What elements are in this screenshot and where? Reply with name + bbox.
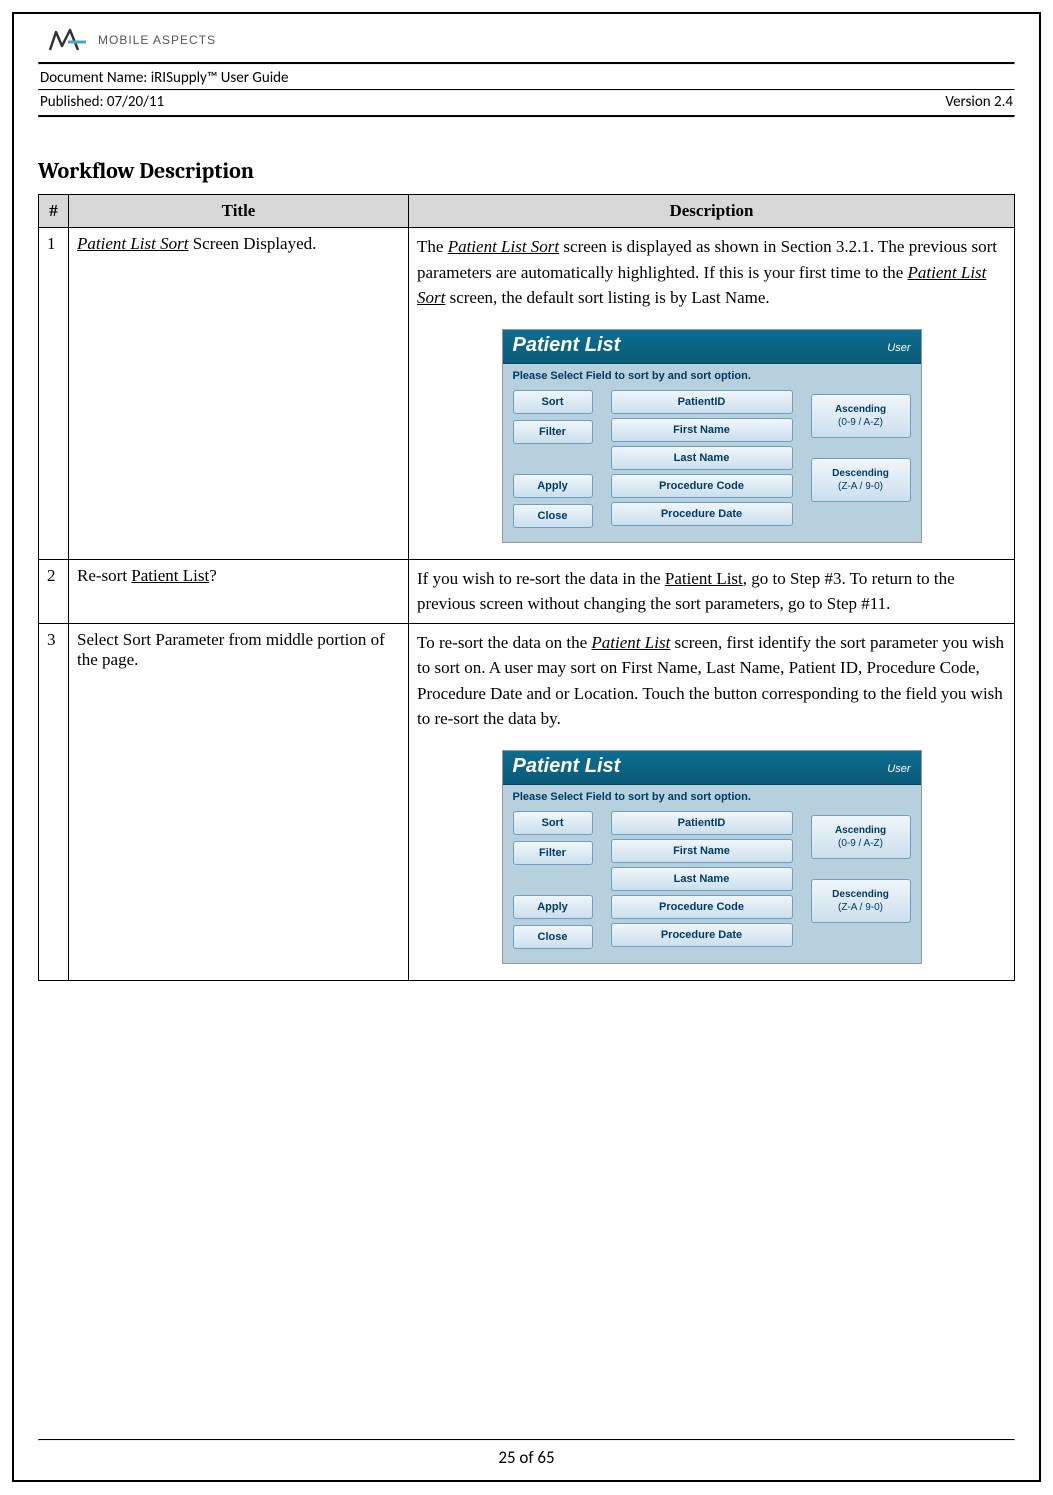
screenshot-filter-button[interactable]: Filter [513, 420, 593, 444]
screenshot-right-col: Ascending(0-9 / A-Z) Descending(Z-A / 9-0… [811, 390, 911, 502]
footer-rule [38, 1439, 1015, 1441]
row-title: Re-sort Patient List? [69, 559, 409, 623]
screenshot-ascending-button[interactable]: Ascending(0-9 / A-Z) [811, 815, 911, 859]
page: MOBILE ASPECTS Document Name: iRISupply™… [12, 12, 1041, 1482]
screenshot-title: Patient List [513, 755, 621, 778]
th-title: Title [69, 195, 409, 228]
row-num: 1 [39, 228, 69, 560]
screenshot-field-procedure-date[interactable]: Procedure Date [611, 923, 793, 947]
screenshot-close-button[interactable]: Close [513, 504, 593, 528]
th-num: # [39, 195, 69, 228]
doc-name-label: Document Name: [40, 69, 147, 87]
brand-text: MOBILE ASPECTS [98, 33, 216, 47]
section-title: Workflow Description [38, 158, 1015, 184]
screenshot-field-procedure-code[interactable]: Procedure Code [611, 474, 793, 498]
row-title: Patient List Sort Screen Displayed. [69, 228, 409, 560]
screenshot-body: Sort Filter Apply Close PatientID First Name L… [503, 811, 921, 963]
screenshot-user: User [887, 342, 910, 354]
screenshot-user: User [887, 763, 910, 775]
screenshot-descending-button[interactable]: Descending(Z-A / 9-0) [811, 879, 911, 923]
screenshot-filter-button[interactable]: Filter [513, 841, 593, 865]
doc-name-value: iRISupply™ User Guide [151, 69, 289, 87]
screenshot-mid-col: PatientID First Name Last Name Procedure Co… [611, 811, 793, 947]
doc-name-row: Document Name: iRISupply™ User Guide [38, 65, 1015, 89]
screenshot-apply-button[interactable]: Apply [513, 474, 593, 498]
row-title: Select Sort Parameter from middle portio… [69, 623, 409, 980]
screenshot-titlebar: Patient List User [503, 751, 921, 785]
screenshot-close-button[interactable]: Close [513, 925, 593, 949]
published-row: Published: 07/20/11 Version 2.4 [38, 91, 1015, 115]
screenshot-titlebar: Patient List User [503, 330, 921, 364]
screenshot-field-procedure-date[interactable]: Procedure Date [611, 502, 793, 526]
screenshot-sort-button[interactable]: Sort [513, 390, 593, 414]
screenshot-field-first-name[interactable]: First Name [611, 418, 793, 442]
row-desc: If you wish to re-sort the data in the P… [409, 559, 1015, 623]
published-value: 07/20/11 [107, 93, 164, 111]
screenshot-field-last-name[interactable]: Last Name [611, 867, 793, 891]
table-row: 1Patient List Sort Screen Displayed.The … [39, 228, 1015, 560]
th-desc: Description [409, 195, 1015, 228]
workflow-table: # Title Description 1Patient List Sort S… [38, 194, 1015, 981]
table-row: 2Re-sort Patient List?If you wish to re-… [39, 559, 1015, 623]
screenshot-body: Sort Filter Apply Close PatientID First Name L… [503, 390, 921, 542]
screenshot-wrap: Patient List User Please Select Field to s… [417, 732, 1006, 974]
logo-icon [48, 28, 88, 52]
screenshot-sort-button[interactable]: Sort [513, 811, 593, 835]
brand-row: MOBILE ASPECTS [38, 14, 1015, 62]
screenshot-instruction: Please Select Field to sort by and sort … [503, 364, 921, 390]
footer: 25 of 65 [38, 1439, 1015, 1468]
screenshot-right-col: Ascending(0-9 / A-Z) Descending(Z-A / 9-0… [811, 811, 911, 923]
version: Version 2.4 [945, 93, 1013, 111]
published-label: Published: [40, 93, 104, 111]
screenshot-title: Patient List [513, 334, 621, 357]
screenshot-ascending-button[interactable]: Ascending(0-9 / A-Z) [811, 394, 911, 438]
header-rule-3 [38, 115, 1015, 118]
page-number: 25 of 65 [38, 1447, 1015, 1468]
row-desc: To re-sort the data on the Patient List … [409, 623, 1015, 980]
screenshot-instruction: Please Select Field to sort by and sort … [503, 785, 921, 811]
row-num: 2 [39, 559, 69, 623]
patient-list-screenshot: Patient List User Please Select Field to s… [502, 750, 922, 964]
screenshot-left-col: Sort Filter Apply Close [513, 811, 593, 949]
screenshot-mid-col: PatientID First Name Last Name Procedure Co… [611, 390, 793, 526]
patient-list-screenshot: Patient List User Please Select Field to s… [502, 329, 922, 543]
screenshot-wrap: Patient List User Please Select Field to s… [417, 311, 1006, 553]
screenshot-field-patientid[interactable]: PatientID [611, 811, 793, 835]
row-num: 3 [39, 623, 69, 980]
screenshot-field-first-name[interactable]: First Name [611, 839, 793, 863]
screenshot-descending-button[interactable]: Descending(Z-A / 9-0) [811, 458, 911, 502]
table-row: 3Select Sort Parameter from middle porti… [39, 623, 1015, 980]
screenshot-field-patientid[interactable]: PatientID [611, 390, 793, 414]
screenshot-field-last-name[interactable]: Last Name [611, 446, 793, 470]
row-desc: The Patient List Sort screen is displaye… [409, 228, 1015, 560]
screenshot-field-procedure-code[interactable]: Procedure Code [611, 895, 793, 919]
screenshot-apply-button[interactable]: Apply [513, 895, 593, 919]
screenshot-left-col: Sort Filter Apply Close [513, 390, 593, 528]
